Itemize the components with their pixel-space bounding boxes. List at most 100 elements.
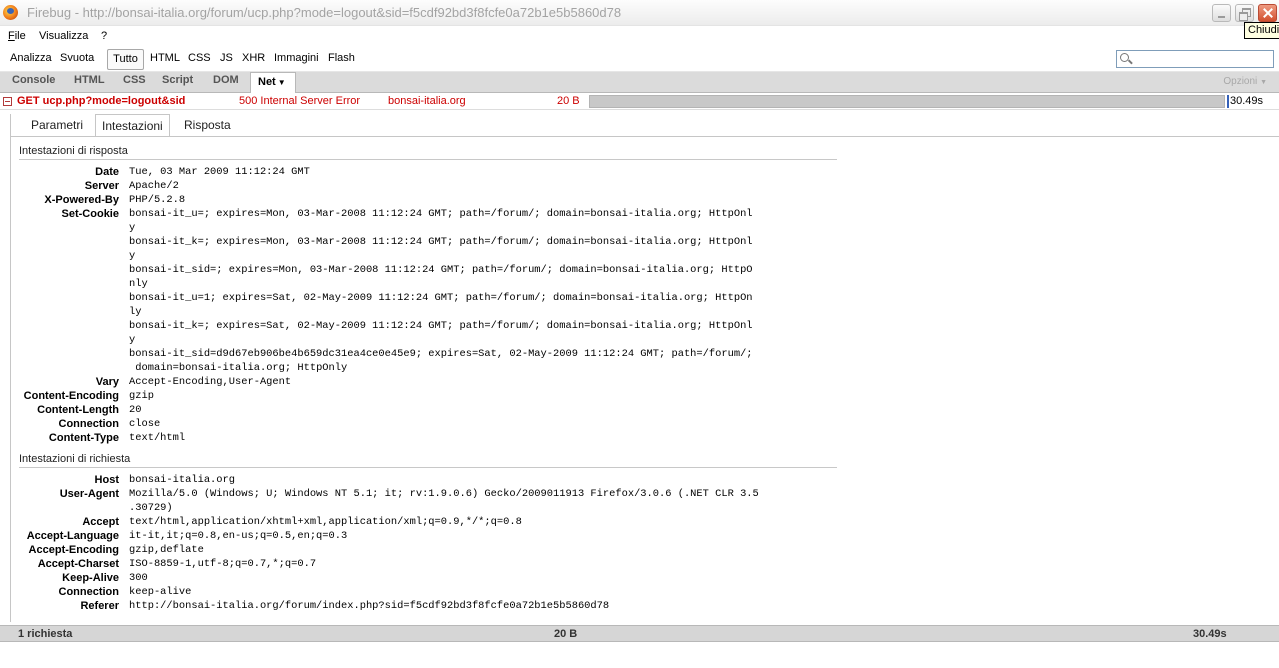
filter-tutto-button[interactable]: Tutto	[107, 49, 144, 70]
header-value: text/html	[129, 431, 839, 445]
filter-js-button[interactable]: JS	[218, 49, 235, 70]
header-value: gzip	[129, 389, 839, 403]
header-name: Keep-Alive	[62, 572, 119, 584]
minimize-button[interactable]	[1212, 4, 1231, 22]
header-value: Tue, 03 Mar 2009 11:12:24 GMT	[129, 165, 839, 179]
firefox-icon	[3, 5, 18, 20]
status-request-count: 1 richiesta	[18, 628, 73, 640]
options-menu[interactable]: Opzioni ▼	[1223, 76, 1267, 87]
tab-net[interactable]: Net ▼	[250, 72, 296, 93]
header-value-line: nly	[129, 278, 148, 290]
analizza-button[interactable]: Analizza	[8, 49, 54, 70]
header-row: Server Apache/2	[11, 179, 841, 193]
net-status-bar: 1 richiesta 20 B 30.49s	[0, 625, 1279, 642]
tab-dom[interactable]: DOM	[213, 74, 239, 86]
header-value-line: bonsai-it_u=1; expires=Sat, 02-May-2009 …	[129, 292, 753, 304]
search-box[interactable]	[1116, 50, 1274, 68]
header-name: Vary	[95, 376, 119, 388]
search-input[interactable]	[1133, 52, 1271, 66]
header-value-line: bonsai-it_sid=; expires=Mon, 03-Mar-2008…	[129, 264, 753, 276]
header-name: Accept-Encoding	[28, 544, 119, 556]
header-value: gzip,deflate	[129, 543, 839, 557]
response-headers-list: Date Tue, 03 Mar 2009 11:12:24 GMT Server A…	[11, 165, 841, 445]
header-value-line: bonsai-italia.org	[129, 474, 236, 486]
header-value: it-it,it;q=0.8,en-us;q=0.5,en;q=0.3	[129, 529, 839, 543]
section-divider	[19, 159, 837, 160]
request-row[interactable]: GET ucp.php?mode=logout&sid 500 Internal…	[0, 93, 1279, 110]
filter-xhr-button[interactable]: XHR	[240, 49, 267, 70]
header-value-line: Accept-Encoding,User-Agent	[129, 376, 292, 388]
filter-immagini-button[interactable]: Immagini	[272, 49, 321, 70]
header-row: Accept-Encoding gzip,deflate	[11, 543, 841, 557]
header-value-line: y	[129, 250, 136, 262]
menu-file-label: ile	[14, 30, 26, 42]
status-total-time: 30.49s	[1193, 628, 1227, 640]
header-row: Connection close	[11, 417, 841, 431]
header-value-line: 20	[129, 404, 142, 416]
header-row: Set-Cookie bonsai-it_u=; expires=Mon, 03-…	[11, 207, 841, 375]
tab-net-label: Net	[258, 76, 276, 88]
header-name: Server	[84, 180, 119, 192]
request-url[interactable]: GET ucp.php?mode=logout&sid	[17, 95, 193, 107]
header-name: Set-Cookie	[61, 208, 119, 220]
header-row: Connection keep-alive	[11, 585, 841, 599]
maximize-button[interactable]	[1235, 4, 1254, 22]
menu-help[interactable]: ?	[101, 30, 107, 42]
header-name: Connection	[58, 418, 120, 430]
header-value-line: y	[129, 222, 136, 234]
header-name: Accept-Charset	[37, 558, 119, 570]
section-divider	[19, 467, 837, 468]
tab-script[interactable]: Script	[162, 74, 193, 86]
header-value: close	[129, 417, 839, 431]
header-value: bonsai-italia.org	[129, 473, 839, 487]
filter-html-button[interactable]: HTML	[148, 49, 182, 70]
menu-bar: File Visualizza ?	[0, 27, 1279, 47]
tab-console[interactable]: Console	[12, 74, 55, 86]
header-name: Accept	[82, 516, 119, 528]
menu-visualizza[interactable]: Visualizza	[39, 30, 88, 42]
header-value-line: y	[129, 334, 136, 346]
request-timeline-bar	[589, 95, 1225, 108]
header-value-line: ISO-8859-1,utf-8;q=0.7,*;q=0.7	[129, 558, 317, 570]
header-row: Accept text/html,application/xhtml+xml,ap…	[11, 515, 841, 529]
menu-file-accesskey: F	[8, 30, 15, 42]
request-size: 20 B	[557, 95, 580, 107]
header-value-line: domain=bonsai-italia.org; HttpOnly	[129, 362, 348, 374]
search-icon	[1120, 53, 1129, 62]
header-value-line: http://bonsai-italia.org/forum/index.php…	[129, 600, 610, 612]
filter-css-button[interactable]: CSS	[186, 49, 213, 70]
svuota-button[interactable]: Svuota	[58, 49, 96, 70]
window-title: Firebug - http://bonsai-italia.org/forum…	[27, 5, 622, 20]
response-headers-title: Intestazioni di risposta	[19, 145, 128, 157]
header-row: Accept-Charset ISO-8859-1,utf-8;q=0.7,*;q…	[11, 557, 841, 571]
close-button[interactable]	[1258, 4, 1277, 22]
detail-tab-risposta[interactable]: Risposta	[178, 114, 237, 137]
header-name: Accept-Language	[26, 530, 119, 542]
request-time: 30.49s	[1230, 95, 1264, 107]
header-name: Content-Type	[48, 432, 119, 444]
detail-tab-parametri[interactable]: Parametri	[25, 114, 89, 137]
header-name: X-Powered-By	[44, 194, 119, 206]
header-name: Connection	[58, 586, 120, 598]
header-row: Keep-Alive 300	[11, 571, 841, 585]
tab-html[interactable]: HTML	[74, 74, 105, 86]
detail-tab-intestazioni[interactable]: Intestazioni	[95, 114, 170, 137]
header-value-line: gzip	[129, 390, 154, 402]
header-name: Content-Encoding	[23, 390, 119, 402]
header-value-line: 300	[129, 572, 148, 584]
menu-file[interactable]: File	[8, 30, 26, 42]
header-value-line: PHP/5.2.8	[129, 194, 186, 206]
header-value: 300	[129, 571, 839, 585]
header-value-line: Apache/2	[129, 180, 179, 192]
filter-flash-button[interactable]: Flash	[326, 49, 357, 70]
header-value: Accept-Encoding,User-Agent	[129, 375, 839, 389]
header-name: Content-Length	[37, 404, 119, 416]
collapse-icon[interactable]	[3, 97, 12, 106]
header-value-line: .30729)	[129, 502, 173, 514]
header-value: text/html,application/xhtml+xml,applicat…	[129, 515, 839, 529]
net-toolbar: Analizza Svuota Tutto HTML CSS JS XHR Im…	[0, 47, 1279, 72]
panel-tab-bar: Console HTML CSS Script DOM Net ▼ Opzioni…	[0, 72, 1279, 93]
dropdown-arrow-icon: ▼	[277, 78, 286, 87]
tab-css[interactable]: CSS	[123, 74, 146, 86]
options-label: Opzioni	[1223, 76, 1258, 87]
